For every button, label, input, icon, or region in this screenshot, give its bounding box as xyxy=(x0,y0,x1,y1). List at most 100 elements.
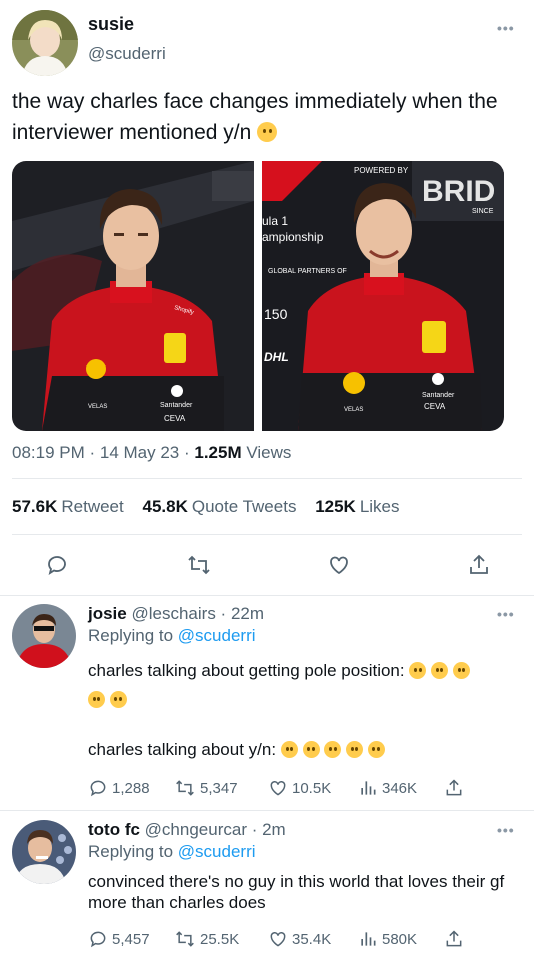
tweet-image-right[interactable]: POWERED BY BRID SINCE ula 1 ampionship G… xyxy=(262,161,504,431)
divider xyxy=(0,595,534,596)
tweet-meta: 08:19 PM · 14 May 23 · 1.25M Views xyxy=(12,443,292,462)
pensive-face-emoji xyxy=(409,662,427,679)
hybrid-text: BRID xyxy=(422,175,495,208)
reply-emoji-row xyxy=(88,689,508,710)
reply-icon xyxy=(90,780,106,797)
like-icon xyxy=(270,780,286,796)
share-icon[interactable] xyxy=(466,552,492,578)
grinning-face-emoji xyxy=(346,741,363,758)
retweet-count: 5,347 xyxy=(200,779,238,797)
sponsor-text-right: Santander xyxy=(422,392,455,399)
more-icon[interactable]: ••• xyxy=(497,606,515,622)
reply-icon xyxy=(90,931,106,948)
author-handle[interactable]: @chngeurcar xyxy=(145,820,247,839)
reply-text: charles talking about y/n: xyxy=(88,739,508,760)
ceva-text-right: CEVA xyxy=(424,402,446,411)
smiling-face-emoji xyxy=(280,741,298,758)
reply-text: convinced there's no guy in this world t… xyxy=(88,872,505,912)
heart-eyes-emoji xyxy=(324,741,342,758)
views-label: Views xyxy=(246,443,292,462)
like-action[interactable]: 10.5K xyxy=(268,778,331,798)
tweet-time[interactable]: 08:19 PM xyxy=(12,443,85,462)
reply-action[interactable]: 1,288 xyxy=(88,778,150,798)
reply-actions: 5,457 25.5K 35.4K 580K xyxy=(88,929,508,951)
formula-text: ula 1 xyxy=(262,214,288,228)
avatar[interactable] xyxy=(12,604,76,668)
crying-face-emoji xyxy=(452,662,470,679)
pensive-face-emoji xyxy=(109,691,127,708)
tongue-face-emoji xyxy=(367,741,385,758)
smiling-hearts-emoji xyxy=(302,741,320,758)
like-count: 10.5K xyxy=(292,779,332,797)
retweet-action[interactable]: 5,347 xyxy=(174,778,238,798)
share-icon[interactable] xyxy=(444,929,464,949)
retweets-stat[interactable]: 57.6K Retweet xyxy=(12,497,124,516)
reply-icon[interactable] xyxy=(44,552,70,578)
like-icon xyxy=(270,931,286,947)
since-text: SINCE xyxy=(472,208,494,215)
tweet-text: the way charles face changes immediately… xyxy=(12,86,524,148)
confused-face-emoji xyxy=(431,662,449,679)
velas-text-right: VELAS xyxy=(344,407,363,413)
replying-label: Replying to xyxy=(88,626,174,645)
author-name[interactable]: susie xyxy=(88,14,134,35)
divider xyxy=(12,534,522,535)
author-name[interactable]: toto fc xyxy=(88,820,140,839)
author-handle[interactable]: @leschairs xyxy=(131,604,215,623)
more-icon[interactable]: ••• xyxy=(497,822,515,838)
divider xyxy=(0,810,534,811)
like-action[interactable]: 35.4K xyxy=(268,929,331,949)
view-count: 580K xyxy=(382,930,418,948)
velas-text: VELAS xyxy=(88,404,107,410)
dizzy-face-emoji xyxy=(88,691,105,708)
tweet-stats: 57.6K Retweet 45.8K Quote Tweets 125K Likes xyxy=(12,497,400,517)
retweet-icon[interactable] xyxy=(186,552,212,578)
tweet-image-left[interactable]: Santander CEVA VELAS Shopify xyxy=(12,161,254,431)
author-handle[interactable]: @scuderri xyxy=(88,44,166,64)
number-text: 150 xyxy=(264,306,288,322)
reply-count: 5,457 xyxy=(112,930,150,948)
views-icon xyxy=(361,781,376,795)
views-count: 1.25M xyxy=(194,443,242,462)
retweet-icon xyxy=(176,780,194,796)
reply-header: josie @leschairs · 22m xyxy=(88,604,265,623)
ceva-text: CEVA xyxy=(164,414,186,423)
view-count: 346K xyxy=(382,779,418,797)
reply-header: toto fc @chngeurcar · 2m xyxy=(88,820,286,839)
tweet-date[interactable]: 14 May 23 xyxy=(100,443,179,462)
reply-line-2: charles talking about y/n: xyxy=(88,740,277,759)
replying-to-handle[interactable]: @scuderri xyxy=(178,626,256,645)
likes-stat[interactable]: 125K Likes xyxy=(315,497,399,516)
reply-time[interactable]: 22m xyxy=(231,604,264,623)
retweet-count: 25.5K xyxy=(200,930,240,948)
avatar[interactable] xyxy=(12,10,78,76)
reply-actions: 1,288 5,347 10.5K 346K xyxy=(88,778,508,800)
views-icon xyxy=(361,932,376,946)
share-icon[interactable] xyxy=(444,778,464,798)
tweet-text-content: the way charles face changes immediately… xyxy=(12,90,498,144)
pleading-face-emoji xyxy=(257,122,278,142)
avatar[interactable] xyxy=(12,820,76,884)
retweet-action[interactable]: 25.5K xyxy=(174,929,239,949)
divider xyxy=(12,478,522,479)
author-name[interactable]: josie xyxy=(88,604,127,623)
sponsor-text: Santander xyxy=(160,402,193,409)
reply-action[interactable]: 5,457 xyxy=(88,929,150,949)
dhl-text: DHL xyxy=(264,350,289,364)
like-count: 35.4K xyxy=(292,930,332,948)
reply-count: 1,288 xyxy=(112,779,150,797)
powered-text: POWERED BY xyxy=(354,166,409,175)
quotes-stat[interactable]: 45.8K Quote Tweets xyxy=(142,497,296,516)
retweet-icon xyxy=(176,931,194,947)
partners-text: GLOBAL PARTNERS OF xyxy=(268,268,347,275)
replying-to: Replying to @scuderri xyxy=(88,842,256,862)
replying-to-handle[interactable]: @scuderri xyxy=(178,842,256,861)
views-action[interactable]: 346K xyxy=(358,778,417,798)
reply-time[interactable]: 2m xyxy=(262,820,286,839)
like-icon[interactable] xyxy=(326,552,352,578)
reply-line-1: charles talking about getting pole posit… xyxy=(88,661,405,680)
views-action[interactable]: 580K xyxy=(358,929,417,949)
more-icon[interactable]: ••• xyxy=(497,20,515,36)
championship-text: ampionship xyxy=(262,230,324,244)
replying-label: Replying to xyxy=(88,842,174,861)
